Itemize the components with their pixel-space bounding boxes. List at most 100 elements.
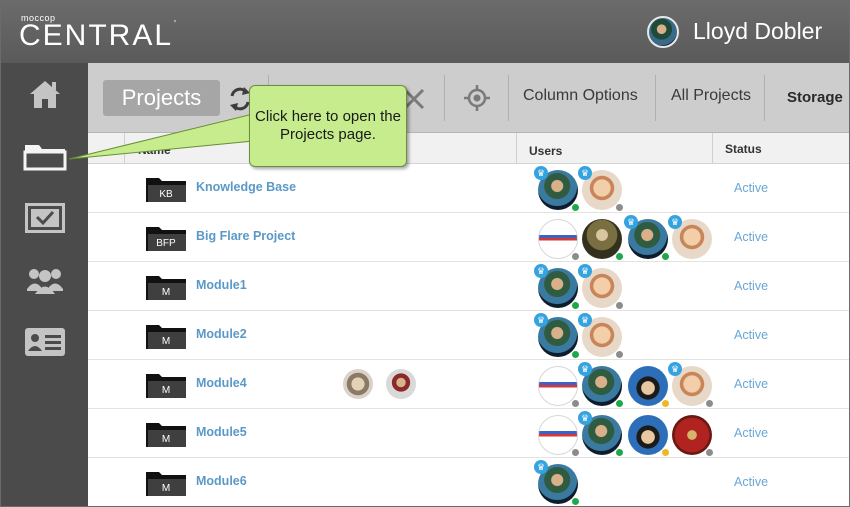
column-header-name[interactable]: Name — [138, 143, 171, 157]
avatar[interactable]: ♛ — [578, 264, 624, 310]
presence-dot — [661, 448, 670, 457]
locate-icon[interactable] — [462, 83, 492, 113]
project-name-link[interactable]: Module1 — [196, 278, 247, 292]
column-header-status[interactable]: Status — [725, 142, 762, 156]
sidebar-item-users[interactable] — [1, 249, 88, 311]
project-abbreviation: KB — [159, 189, 173, 200]
presence-dot — [571, 497, 580, 506]
avatar[interactable]: ♛ — [578, 166, 624, 212]
top-bar: moccop CENTRAL Lloyd Dobler — [1, 1, 849, 63]
crown-icon: ♛ — [578, 166, 592, 180]
table-row[interactable]: M Module1 ♛ ♛ Active — [88, 262, 849, 311]
avatar[interactable]: ♛ — [668, 362, 714, 408]
project-folder-icon: M — [146, 325, 186, 354]
toolbar-divider — [508, 75, 509, 121]
crown-icon: ♛ — [534, 460, 548, 474]
project-folder-icon: M — [146, 423, 186, 452]
sidebar-item-tasks[interactable] — [1, 187, 88, 249]
sidebar-item-projects[interactable] — [1, 125, 88, 187]
avatar[interactable]: ♛ — [578, 362, 624, 408]
table-row[interactable]: BFP Big Flare Project ♛ ♛ Active — [88, 213, 849, 262]
avatar[interactable] — [538, 219, 580, 261]
storage-button[interactable]: Storage — [787, 89, 843, 106]
table-row[interactable]: M Module6 ♛ Active — [88, 458, 849, 506]
status-label: Active — [734, 279, 769, 293]
avatar[interactable] — [628, 366, 670, 408]
project-name-link[interactable]: Knowledge Base — [196, 180, 296, 194]
presence-dot — [661, 252, 670, 261]
project-abbreviation: M — [161, 483, 171, 494]
crown-icon: ♛ — [578, 264, 592, 278]
avatar[interactable]: ♛ — [534, 264, 580, 310]
crown-icon: ♛ — [668, 215, 682, 229]
project-name-link[interactable]: Module5 — [196, 425, 247, 439]
crown-icon: ♛ — [534, 264, 548, 278]
project-abbreviation: M — [161, 336, 171, 347]
user-name[interactable]: Lloyd Dobler — [693, 18, 822, 45]
status-label: Active — [734, 377, 769, 391]
project-abbreviation: BFP — [156, 238, 176, 249]
presence-dot — [571, 252, 580, 261]
avatar[interactable] — [582, 219, 624, 261]
project-name-link[interactable]: Module6 — [196, 474, 247, 488]
project-abbreviation: M — [161, 287, 171, 298]
project-folder-icon: M — [146, 276, 186, 305]
table-row[interactable]: KB Knowledge Base ♛ ♛ Active — [88, 164, 849, 213]
status-label: Active — [734, 328, 769, 342]
sidebar-item-home[interactable] — [1, 63, 88, 125]
crown-icon: ♛ — [578, 411, 592, 425]
presence-dot — [571, 301, 580, 310]
crown-icon: ♛ — [534, 313, 548, 327]
avatar[interactable]: ♛ — [578, 313, 624, 359]
presence-dot — [615, 203, 624, 212]
project-folder-icon: KB — [146, 178, 186, 207]
presence-dot — [615, 448, 624, 457]
project-name-link[interactable]: Big Flare Project — [196, 229, 295, 243]
crown-icon: ♛ — [668, 362, 682, 376]
project-name-link[interactable]: Module4 — [196, 376, 247, 390]
table-row[interactable]: M Module4 ♛ ♛ Active — [88, 360, 849, 409]
toolbar-divider — [444, 75, 445, 121]
avatar[interactable]: ♛ — [534, 460, 580, 506]
table-row[interactable]: M Module5 ♛ Active — [88, 409, 849, 458]
column-divider — [712, 133, 713, 164]
crown-icon: ♛ — [534, 166, 548, 180]
brand-logo[interactable]: CENTRAL — [19, 19, 178, 53]
status-label: Active — [734, 426, 769, 440]
table-row[interactable]: M Module2 ♛ ♛ Active — [88, 311, 849, 360]
avatar[interactable] — [628, 415, 670, 457]
project-abbreviation: M — [161, 434, 171, 445]
home-icon — [28, 79, 62, 109]
projects-table: Name Users Status KB Knowledge Base ♛ ♛ … — [88, 133, 849, 506]
table-header: Name Users Status — [88, 133, 849, 164]
avatar[interactable]: ♛ — [668, 215, 712, 259]
crown-icon: ♛ — [624, 215, 638, 229]
avatar[interactable]: ♛ — [534, 313, 580, 359]
avatar[interactable]: ♛ — [578, 411, 624, 457]
thumbnail-image[interactable] — [343, 369, 373, 399]
toolbar-divider — [764, 75, 765, 121]
avatar[interactable] — [538, 415, 580, 457]
crown-icon: ♛ — [578, 362, 592, 376]
status-label: Active — [734, 181, 769, 195]
column-options-button[interactable]: Column Options — [523, 87, 638, 105]
avatar[interactable]: ♛ — [624, 215, 670, 261]
users-icon — [26, 265, 64, 295]
callout-text: Click here to open the Projects page. — [255, 108, 401, 143]
column-header-users[interactable]: Users — [529, 144, 562, 158]
avatar[interactable]: ♛ — [534, 166, 580, 212]
user-avatar[interactable] — [647, 16, 679, 48]
sidebar-item-profile[interactable] — [1, 311, 88, 373]
presence-dot — [705, 399, 714, 408]
projects-title-button[interactable]: Projects — [103, 80, 220, 116]
thumbnail-image[interactable] — [386, 369, 416, 399]
all-projects-button[interactable]: All Projects — [671, 87, 751, 105]
crown-icon: ♛ — [578, 313, 592, 327]
avatar[interactable] — [538, 366, 580, 408]
presence-dot — [571, 350, 580, 359]
project-name-link[interactable]: Module2 — [196, 327, 247, 341]
project-abbreviation: M — [161, 385, 171, 396]
avatar[interactable] — [672, 415, 714, 457]
presence-dot — [615, 252, 624, 261]
presence-dot — [615, 301, 624, 310]
